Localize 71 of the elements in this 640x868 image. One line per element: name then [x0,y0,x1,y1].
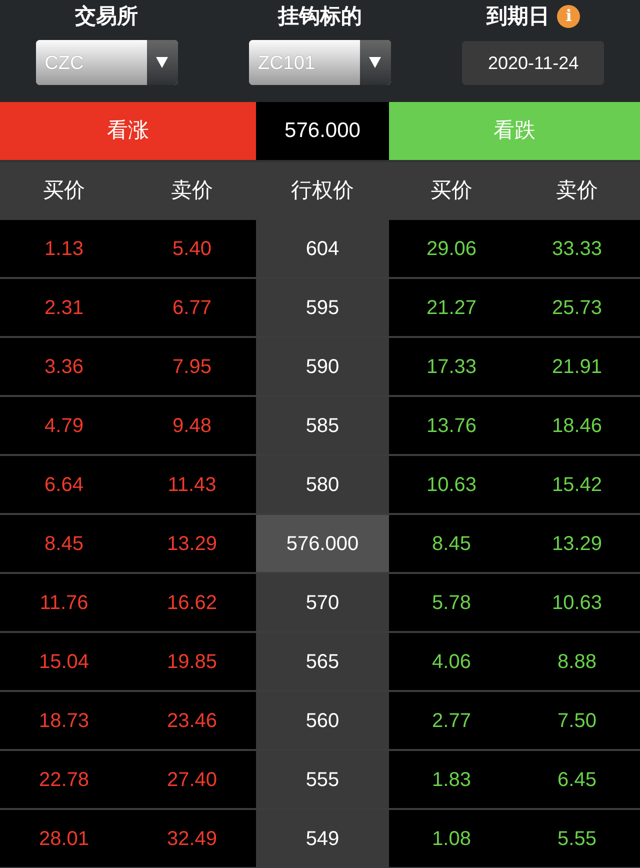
table-cell-text: 21.27 [425,296,478,320]
info-icon[interactable]: i [557,4,580,28]
table-cell-text: 8.88 [556,650,598,674]
strike-cell: 549 [256,810,389,867]
strike-cell: 604 [256,220,389,277]
table-cell-text: 15.04 [38,650,90,674]
table-cell-text: 10.63 [425,472,478,498]
table-cell-text: 8.45 [431,532,472,556]
table-cell-text: 2.77 [431,708,472,734]
table-cell-text: 18.73 [38,708,90,734]
table-cell-text: 4.79 [44,414,84,438]
column-header: 买价 [430,178,474,204]
table-cell-text: 5.40 [172,236,212,262]
table-cell-text: 21.91 [550,354,604,380]
column-header: 行权价 [290,178,355,204]
table-cell-text: 19.85 [166,650,218,674]
strike-cell: 590 [256,338,389,395]
table-cell-text: 33.33 [550,236,604,262]
caret-icon [369,57,382,68]
table-cell-text: 8.45 [44,532,84,556]
table-cell-text: 13.76 [425,414,478,438]
strike-cell: 576.000 [256,515,389,572]
table-cell-text: 1.13 [44,236,84,262]
table-cell-text: 1.08 [431,826,472,852]
strike-cell: 570 [256,574,389,631]
table-cell-text: 15.42 [550,472,604,498]
strike-cell: 565 [256,633,389,690]
filter-label: 到期日 [486,5,550,28]
table-cell-text: 28.01 [38,826,90,852]
table-cell-text: 6.77 [172,296,212,320]
strike-cell: 555 [256,751,389,808]
dropdown-select[interactable]: CZC [36,40,178,85]
table-cell-text: 1.83 [431,768,472,792]
table-cell-text: 25.73 [550,296,604,320]
table-cell-text: 16.62 [166,590,218,616]
table-cell-text: 29.06 [425,236,478,262]
table-cell-text: 17.33 [425,354,478,380]
table-cell-text: 3.36 [44,354,84,380]
table-cell-text: 27.40 [166,768,218,792]
table-cell-text: 32.49 [166,826,218,852]
column-header: 买价 [42,178,86,204]
table-cell-text: 7.95 [172,354,212,380]
filter-label: 挂钩标的 [278,5,362,28]
table-cell-text: 11.43 [166,472,218,498]
table-cell-text: 6.45 [556,768,598,792]
table-cell-text: 2.31 [44,296,84,320]
column-header: 卖价 [170,178,214,204]
table-cell-text: 7.50 [556,708,598,734]
put-tab[interactable]: 看跌 [389,102,640,160]
strike-cell: 560 [256,692,389,749]
table-cell-text: 11.76 [38,590,90,616]
table-cell-text: 23.46 [166,708,218,734]
column-header: 卖价 [555,178,599,204]
table-cell-text: 13.29 [550,532,604,556]
strike-cell: 585 [256,397,389,454]
filter-label: 交易所 [75,5,138,28]
dropdown-select[interactable]: ZC101 [248,40,391,85]
caret-icon [156,57,168,68]
strike-cell: 580 [256,456,389,513]
table-cell-text: 4.06 [431,650,472,674]
table-cell-text: 10.63 [550,590,604,616]
table-cell-text: 6.64 [44,472,84,498]
table-cell-text: 9.48 [172,414,212,438]
table-cell-text: 5.55 [556,826,598,852]
table-cell-text: 13.29 [166,532,218,556]
date-field[interactable]: 2020-11-24 [462,41,604,85]
table-cell-text: 18.46 [550,414,604,438]
table-cell-text: 22.78 [38,768,90,792]
table-cell-text: 5.78 [431,590,472,616]
strike-cell: 595 [256,279,389,336]
call-tab[interactable]: 看涨 [0,102,256,160]
